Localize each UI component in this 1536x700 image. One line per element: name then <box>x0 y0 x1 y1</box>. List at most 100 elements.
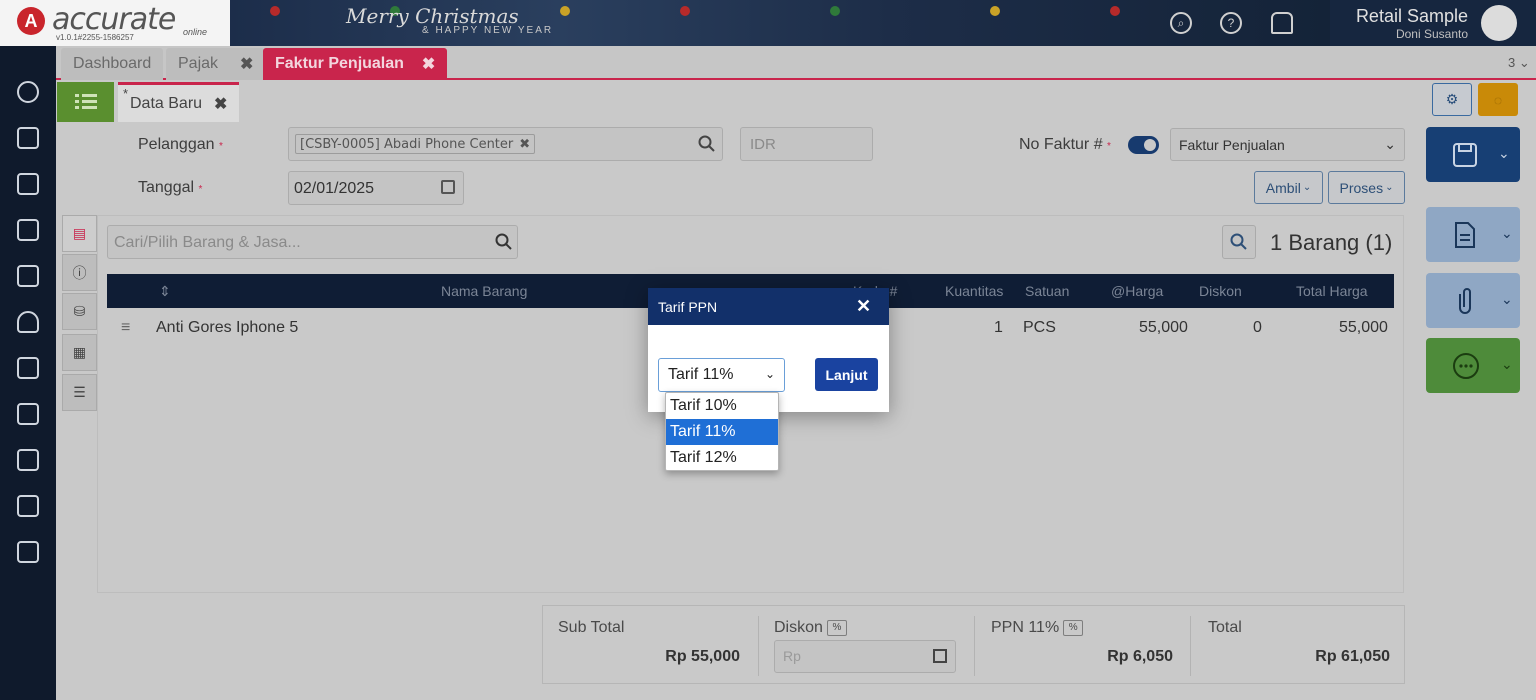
search-icon[interactable] <box>698 135 716 153</box>
save-disk-icon <box>1453 142 1477 167</box>
ornament-icon <box>830 6 840 16</box>
tab-data-baru[interactable]: * Data Baru ✖ <box>118 82 239 122</box>
lightbulb-icon: ◌ <box>1493 91 1503 108</box>
col-nama-barang[interactable]: Nama Barang <box>441 274 527 308</box>
tab-payment[interactable]: ⛁ <box>62 293 97 330</box>
bell-icon[interactable] <box>1271 12 1293 34</box>
proses-button[interactable]: Proses ⌄ <box>1328 171 1405 204</box>
close-icon[interactable]: ✕ <box>856 296 871 317</box>
chevron-down-icon[interactable]: ⌄ <box>1501 291 1513 308</box>
chevron-down-icon[interactable]: ⌄ <box>1498 145 1510 162</box>
report-chart-icon[interactable] <box>14 538 42 566</box>
pelanggan-label: Pelanggan * <box>138 136 223 154</box>
lanjut-button[interactable]: Lanjut <box>815 358 878 391</box>
logo-text: accurate <box>52 2 176 37</box>
col-satuan[interactable]: Satuan <box>1025 274 1069 308</box>
calendar-icon[interactable] <box>441 180 455 194</box>
tab-history[interactable]: ☰ <box>62 374 97 411</box>
inbox-tray-icon[interactable] <box>14 124 42 152</box>
option-tarif-11[interactable]: Tarif 11% <box>666 419 778 445</box>
money-bag-icon[interactable] <box>14 308 42 336</box>
shopping-cart-icon[interactable] <box>14 354 42 382</box>
auto-number-toggle[interactable] <box>1128 136 1159 154</box>
subtab-label: Data Baru <box>130 94 203 112</box>
list-view-button[interactable] <box>57 82 114 122</box>
divider <box>758 616 759 676</box>
drag-handle-icon[interactable]: ≡ <box>121 319 130 337</box>
no-faktur-label: No Faktur # * <box>1019 136 1111 154</box>
company-name[interactable]: Retail Sample <box>1356 6 1468 27</box>
search-icon[interactable]: ⌕ <box>1170 12 1192 34</box>
tab-dashboard[interactable]: Dashboard <box>61 48 164 80</box>
search-icon[interactable] <box>495 233 513 254</box>
table-icon: ▦ <box>72 344 87 360</box>
ledger-book-icon[interactable] <box>14 216 42 244</box>
sort-icon[interactable]: ⇕ <box>159 274 171 308</box>
item-filter-search-button[interactable] <box>1222 225 1256 259</box>
ppn-label-text: PPN 11% <box>991 619 1060 636</box>
tab-pajak[interactable]: Pajak ✖ <box>166 48 266 80</box>
tab-info[interactable]: ⓘ <box>62 254 97 291</box>
attachment-button[interactable]: ⌄ <box>1426 273 1520 328</box>
faktur-type-value: Faktur Penjualan <box>1179 137 1285 153</box>
row-nama-barang: Anti Gores Iphone 5 <box>156 319 299 336</box>
avatar[interactable] <box>1481 5 1517 41</box>
option-tarif-12[interactable]: Tarif 12% <box>666 445 778 471</box>
tanggal-field[interactable]: 02/01/2025 <box>288 171 464 205</box>
top-bar: A accurate online v1.0.1#2255-1586257 Me… <box>0 0 1536 46</box>
chevron-down-icon: ⌄ <box>764 367 775 381</box>
remove-customer-icon[interactable]: ✖ <box>519 137 530 152</box>
tab-shipping[interactable]: ▦ <box>62 334 97 371</box>
user-name[interactable]: Doni Susanto <box>1396 27 1468 41</box>
close-subtab-icon[interactable]: ✖ <box>214 94 227 114</box>
building-icon[interactable] <box>14 170 42 198</box>
sales-bag-icon[interactable] <box>14 400 42 428</box>
document-icon: ▤ <box>72 225 87 241</box>
tab-label: Dashboard <box>73 55 152 72</box>
diskon-percent-toggle[interactable]: % <box>826 619 847 636</box>
ambil-button[interactable]: Ambil ⌄ <box>1254 171 1323 204</box>
close-tab-icon[interactable]: ✖ <box>422 54 435 74</box>
logo-online-text: online <box>183 27 208 37</box>
col-diskon[interactable]: Diskon <box>1199 274 1242 308</box>
required-mark: * <box>218 141 223 152</box>
chevron-down-icon[interactable]: ⌄ <box>1501 356 1513 373</box>
tips-button[interactable]: ◌ <box>1478 83 1518 116</box>
save-button[interactable]: ⌄ <box>1426 127 1520 182</box>
item-search-input[interactable]: Cari/Pilih Barang & Jasa... <box>107 225 518 259</box>
proses-label: Proses <box>1339 179 1384 196</box>
calculator-icon[interactable] <box>933 649 947 663</box>
tax-document-icon[interactable] <box>14 492 42 520</box>
close-tab-icon[interactable]: ✖ <box>240 54 253 74</box>
tarif-select[interactable]: Tarif 11% ⌄ <box>658 358 785 392</box>
total-value: Rp 61,050 <box>1315 648 1390 665</box>
option-tarif-10[interactable]: Tarif 10% <box>666 393 778 419</box>
tab-items-detail[interactable]: ▤ <box>62 215 97 252</box>
diskon-input[interactable]: Rp <box>774 640 956 673</box>
tab-count-dropdown[interactable]: 3 ⌄ <box>1508 55 1530 71</box>
dialog-title: Tarif PPN <box>658 298 718 315</box>
ornament-icon <box>560 6 570 16</box>
chevron-down-icon: ⌄ <box>1302 182 1312 193</box>
required-mark: * <box>1107 141 1111 152</box>
col-kuantitas[interactable]: Kuantitas <box>945 274 1003 308</box>
bank-icon[interactable] <box>14 262 42 290</box>
chevron-down-icon[interactable]: ⌄ <box>1501 225 1513 242</box>
settings-gear-icon[interactable] <box>14 78 42 106</box>
tab-faktur-penjualan[interactable]: Faktur Penjualan ✖ <box>263 48 448 80</box>
warehouse-icon[interactable] <box>14 446 42 474</box>
ornament-icon <box>270 6 280 16</box>
tab-label: Faktur Penjualan <box>275 55 404 72</box>
col-total-harga[interactable]: Total Harga <box>1296 274 1368 308</box>
subtotal-value: Rp 55,000 <box>665 648 740 665</box>
help-icon[interactable]: ? <box>1220 12 1242 34</box>
ppn-percent-toggle[interactable]: % <box>1063 619 1084 636</box>
currency-field[interactable]: IDR <box>740 127 873 161</box>
print-button[interactable]: ⌄ <box>1426 207 1520 262</box>
faktur-type-select[interactable]: Faktur Penjualan ⌄ <box>1170 128 1405 161</box>
form-settings-button[interactable]: ⚙ <box>1432 83 1472 116</box>
more-actions-button[interactable]: ⌄ <box>1426 338 1520 393</box>
col-harga[interactable]: @Harga <box>1111 274 1163 308</box>
accurate-logo-icon: A <box>17 7 45 35</box>
dialog-header: Tarif PPN <box>648 288 889 325</box>
